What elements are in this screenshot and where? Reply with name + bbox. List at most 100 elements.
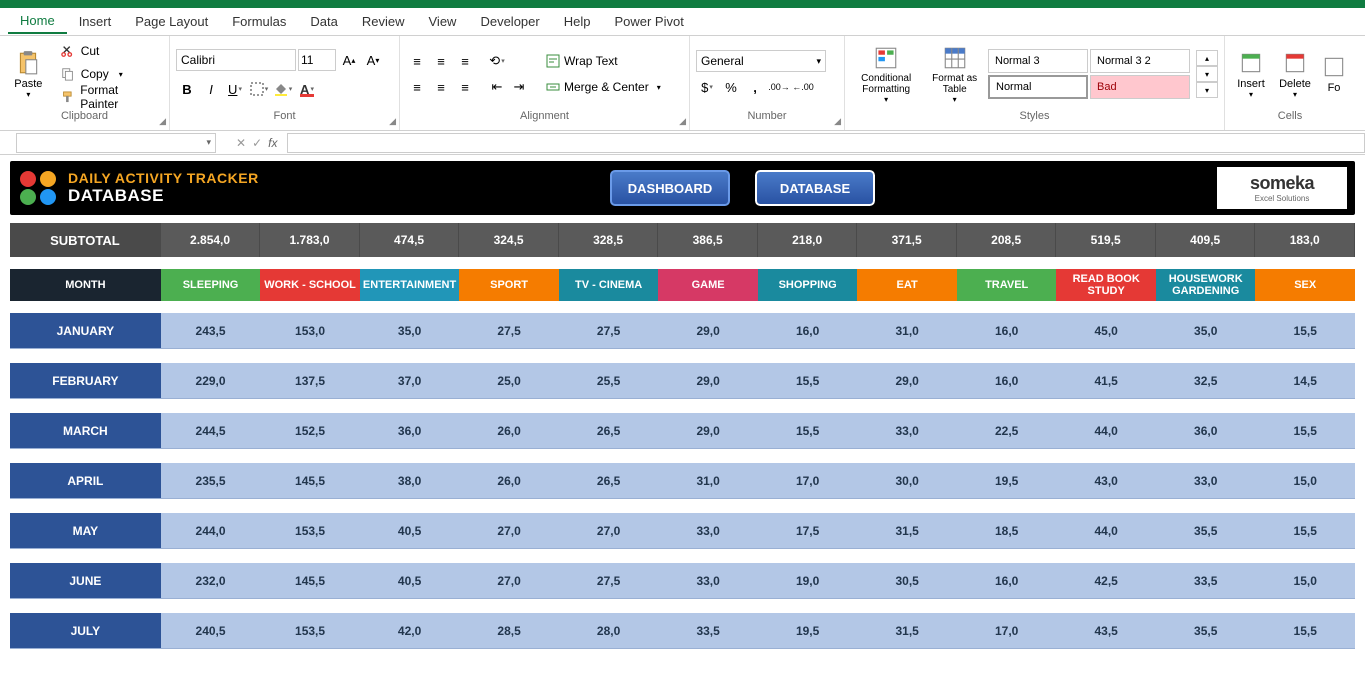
data-cell[interactable]: 29,0 bbox=[658, 313, 758, 349]
subtotal-cell[interactable]: 218,0 bbox=[758, 223, 858, 257]
tab-developer[interactable]: Developer bbox=[468, 10, 551, 33]
subtotal-cell[interactable]: 2.854,0 bbox=[161, 223, 261, 257]
data-cell[interactable]: 26,0 bbox=[459, 413, 559, 449]
subtotal-cell[interactable]: 328,5 bbox=[559, 223, 659, 257]
data-cell[interactable]: 25,0 bbox=[459, 363, 559, 399]
bold-button[interactable]: B bbox=[176, 78, 198, 100]
data-cell[interactable]: 232,0 bbox=[161, 563, 261, 599]
database-button[interactable]: DATABASE bbox=[755, 170, 875, 206]
data-cell[interactable]: 15,5 bbox=[758, 363, 858, 399]
comma-button[interactable]: , bbox=[744, 76, 766, 98]
delete-cells-button[interactable]: Delete▾ bbox=[1275, 40, 1315, 108]
data-cell[interactable]: 36,0 bbox=[360, 413, 460, 449]
data-cell[interactable]: 29,0 bbox=[658, 413, 758, 449]
data-cell[interactable]: 30,5 bbox=[857, 563, 957, 599]
merge-center-button[interactable]: Merge & Center▾ bbox=[540, 76, 667, 98]
font-dialog-launcher[interactable]: ◢ bbox=[389, 116, 396, 127]
data-cell[interactable]: 42,5 bbox=[1056, 563, 1156, 599]
format-as-table-button[interactable]: Format as Table▾ bbox=[925, 40, 984, 108]
decrease-decimal-button[interactable]: ←.00 bbox=[792, 76, 814, 98]
fb-enter-icon[interactable]: ✓ bbox=[252, 136, 262, 150]
increase-indent-button[interactable]: ⇥ bbox=[508, 76, 530, 98]
data-cell[interactable]: 16,0 bbox=[957, 313, 1057, 349]
data-cell[interactable]: 27,5 bbox=[459, 313, 559, 349]
subtotal-cell[interactable]: 386,5 bbox=[658, 223, 758, 257]
data-cell[interactable]: 45,0 bbox=[1056, 313, 1156, 349]
fb-cancel-icon[interactable]: ✕ bbox=[236, 136, 246, 150]
formula-input[interactable] bbox=[287, 133, 1365, 153]
align-center-button[interactable]: ≡ bbox=[430, 76, 452, 98]
data-cell[interactable]: 36,0 bbox=[1156, 413, 1256, 449]
data-cell[interactable]: 33,0 bbox=[658, 513, 758, 549]
data-cell[interactable]: 22,5 bbox=[957, 413, 1057, 449]
data-cell[interactable]: 15,5 bbox=[1255, 313, 1355, 349]
data-cell[interactable]: 33,0 bbox=[1156, 463, 1256, 499]
tab-help[interactable]: Help bbox=[552, 10, 603, 33]
data-cell[interactable]: 35,5 bbox=[1156, 513, 1256, 549]
subtotal-cell[interactable]: 324,5 bbox=[459, 223, 559, 257]
data-cell[interactable]: 19,5 bbox=[957, 463, 1057, 499]
align-left-button[interactable]: ≡ bbox=[406, 76, 428, 98]
wrap-text-button[interactable]: Wrap Text bbox=[540, 50, 667, 72]
data-cell[interactable]: 33,0 bbox=[658, 563, 758, 599]
styles-up[interactable]: ▴ bbox=[1196, 50, 1218, 66]
data-cell[interactable]: 17,0 bbox=[957, 613, 1057, 649]
data-cell[interactable]: 15,5 bbox=[758, 413, 858, 449]
data-cell[interactable]: 153,5 bbox=[260, 513, 360, 549]
align-right-button[interactable]: ≡ bbox=[454, 76, 476, 98]
data-cell[interactable]: 18,5 bbox=[957, 513, 1057, 549]
data-cell[interactable]: 33,5 bbox=[1156, 563, 1256, 599]
orientation-button[interactable]: ⟲ bbox=[486, 50, 508, 72]
font-color-button[interactable]: A bbox=[296, 78, 318, 100]
data-cell[interactable]: 35,0 bbox=[1156, 313, 1256, 349]
data-cell[interactable]: 41,5 bbox=[1056, 363, 1156, 399]
data-cell[interactable]: 145,5 bbox=[260, 563, 360, 599]
data-cell[interactable]: 16,0 bbox=[957, 563, 1057, 599]
styles-more[interactable]: ▾ bbox=[1196, 82, 1218, 98]
data-cell[interactable]: 40,5 bbox=[360, 563, 460, 599]
subtotal-cell[interactable]: 409,5 bbox=[1156, 223, 1256, 257]
subtotal-cell[interactable]: 474,5 bbox=[360, 223, 460, 257]
border-button[interactable] bbox=[248, 78, 270, 100]
subtotal-cell[interactable]: 183,0 bbox=[1255, 223, 1355, 257]
data-cell[interactable]: 16,0 bbox=[957, 363, 1057, 399]
data-cell[interactable]: 27,0 bbox=[459, 513, 559, 549]
data-cell[interactable]: 43,5 bbox=[1056, 613, 1156, 649]
subtotal-cell[interactable]: 371,5 bbox=[857, 223, 957, 257]
style-normal3[interactable]: Normal 3 bbox=[988, 49, 1088, 73]
data-cell[interactable]: 26,5 bbox=[559, 413, 659, 449]
data-cell[interactable]: 153,0 bbox=[260, 313, 360, 349]
data-cell[interactable]: 33,0 bbox=[857, 413, 957, 449]
style-normal32[interactable]: Normal 3 2 bbox=[1090, 49, 1190, 73]
data-cell[interactable]: 27,0 bbox=[559, 513, 659, 549]
data-cell[interactable]: 244,5 bbox=[161, 413, 261, 449]
tab-power-pivot[interactable]: Power Pivot bbox=[602, 10, 695, 33]
subtotal-cell[interactable]: 208,5 bbox=[957, 223, 1057, 257]
style-bad[interactable]: Bad bbox=[1090, 75, 1190, 99]
data-cell[interactable]: 27,5 bbox=[559, 563, 659, 599]
data-cell[interactable]: 28,5 bbox=[459, 613, 559, 649]
data-cell[interactable]: 31,5 bbox=[857, 613, 957, 649]
percent-button[interactable]: % bbox=[720, 76, 742, 98]
copy-button[interactable]: Copy▾ bbox=[55, 64, 163, 85]
data-cell[interactable]: 37,0 bbox=[360, 363, 460, 399]
data-cell[interactable]: 43,0 bbox=[1056, 463, 1156, 499]
cut-button[interactable]: Cut bbox=[55, 41, 163, 62]
data-cell[interactable]: 33,5 bbox=[658, 613, 758, 649]
font-size-input[interactable] bbox=[298, 49, 336, 71]
data-cell[interactable]: 40,5 bbox=[360, 513, 460, 549]
data-cell[interactable]: 28,0 bbox=[559, 613, 659, 649]
number-format-select[interactable]: General▾ bbox=[696, 50, 826, 72]
data-cell[interactable]: 153,5 bbox=[260, 613, 360, 649]
paste-button[interactable]: Paste▾ bbox=[6, 40, 51, 108]
data-cell[interactable]: 15,5 bbox=[1255, 613, 1355, 649]
data-cell[interactable]: 26,0 bbox=[459, 463, 559, 499]
data-cell[interactable]: 44,0 bbox=[1056, 413, 1156, 449]
data-cell[interactable]: 31,5 bbox=[857, 513, 957, 549]
style-normal[interactable]: Normal bbox=[988, 75, 1088, 99]
decrease-indent-button[interactable]: ⇤ bbox=[486, 76, 508, 98]
data-cell[interactable]: 29,0 bbox=[658, 363, 758, 399]
data-cell[interactable]: 44,0 bbox=[1056, 513, 1156, 549]
data-cell[interactable]: 15,5 bbox=[1255, 513, 1355, 549]
data-cell[interactable]: 145,5 bbox=[260, 463, 360, 499]
